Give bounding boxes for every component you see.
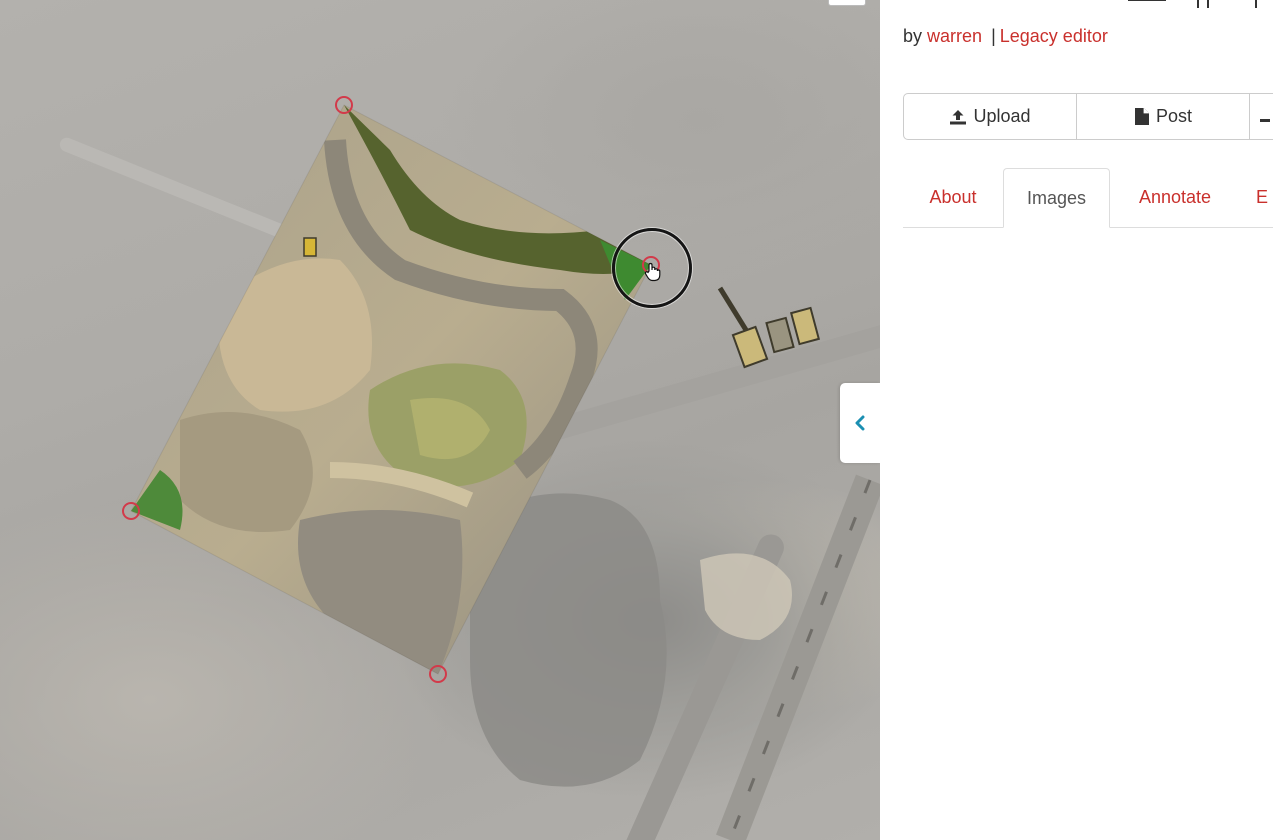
- byline-prefix: by: [903, 26, 923, 46]
- sidebar-toggle-button[interactable]: [840, 383, 880, 463]
- legacy-editor-link[interactable]: Legacy editor: [1000, 26, 1108, 46]
- sidebar-tabs: About Images Annotate E: [903, 168, 1273, 228]
- tab-annotate[interactable]: Annotate: [1110, 168, 1240, 226]
- post-button[interactable]: Post: [1077, 93, 1250, 140]
- upload-label: Upload: [973, 106, 1031, 126]
- sidebar-panel: by warren | Legacy editor Upload Post Abo…: [880, 0, 1273, 840]
- corner-handle-bottom[interactable]: [429, 665, 447, 683]
- action-button-group: Upload Post: [903, 93, 1273, 140]
- tab-images[interactable]: Images: [1003, 168, 1110, 228]
- corner-handle-top[interactable]: [335, 96, 353, 114]
- corner-handle-left[interactable]: [122, 502, 140, 520]
- map-canvas[interactable]: [0, 0, 880, 840]
- distorted-image-overlay[interactable]: [0, 0, 880, 840]
- upload-icon: [950, 109, 967, 124]
- hand-pointer-icon: [644, 262, 661, 282]
- page-title-fragment: [1128, 0, 1257, 8]
- map-control-button[interactable]: [828, 0, 866, 6]
- chevron-left-icon: [855, 415, 865, 431]
- more-actions-button[interactable]: [1250, 93, 1273, 140]
- author-link[interactable]: warren: [927, 26, 982, 46]
- tab-extra[interactable]: E: [1240, 168, 1273, 226]
- upload-button[interactable]: Upload: [903, 93, 1077, 140]
- document-icon: [1134, 108, 1149, 125]
- post-label: Post: [1155, 106, 1193, 126]
- byline: by warren | Legacy editor: [903, 26, 1108, 47]
- tab-about[interactable]: About: [903, 168, 1003, 226]
- byline-separator: |: [991, 26, 996, 46]
- download-icon: [1260, 118, 1270, 122]
